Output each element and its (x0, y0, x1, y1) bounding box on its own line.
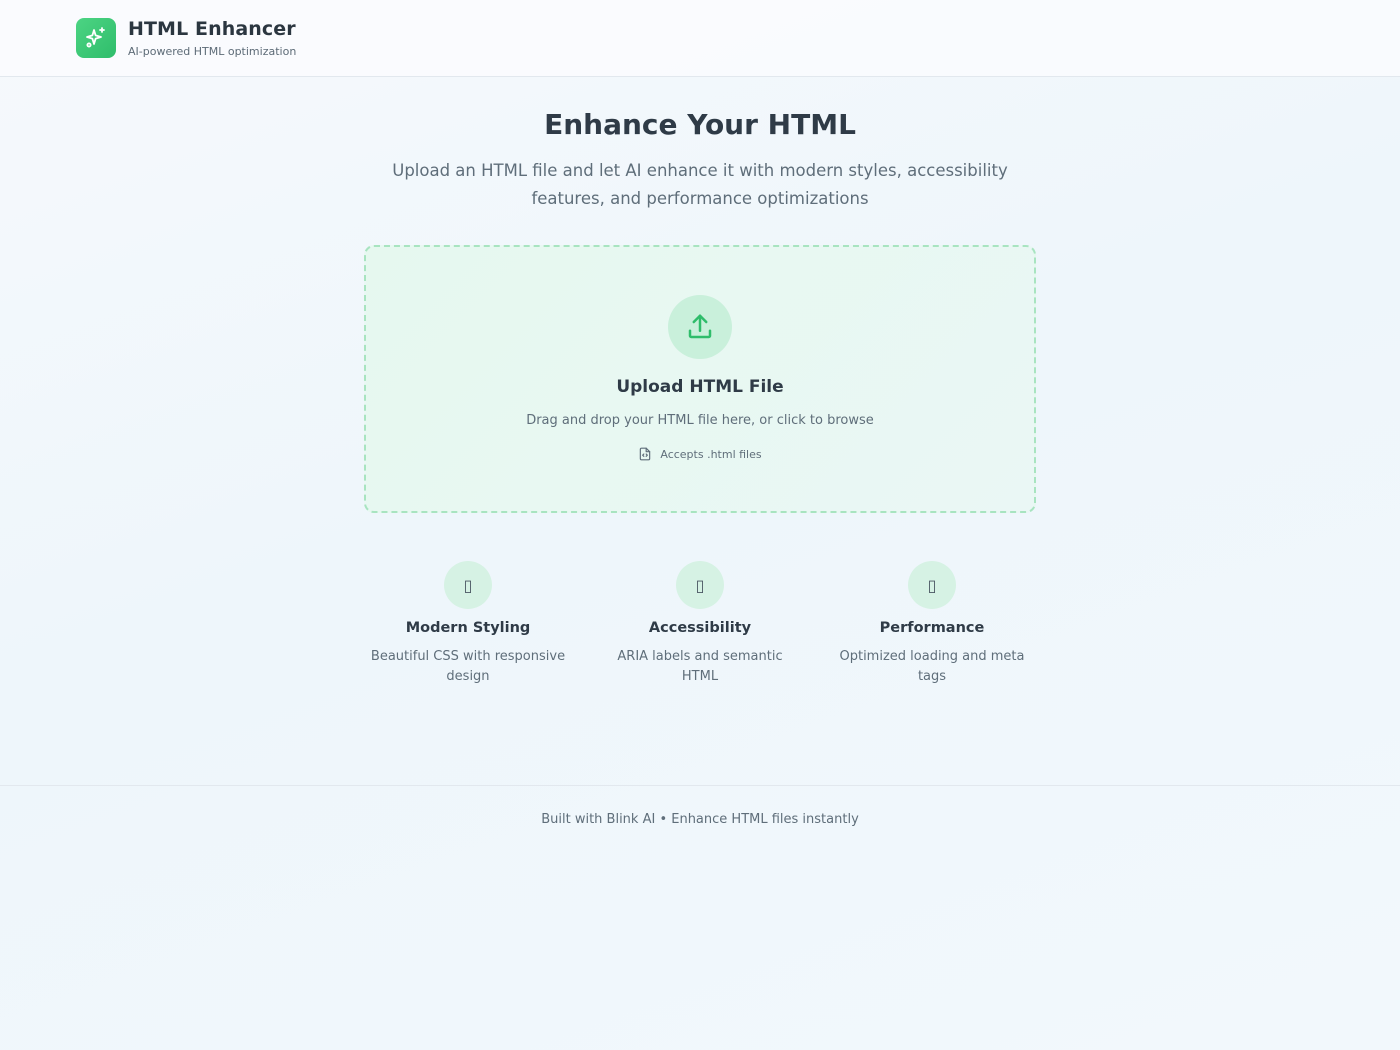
page-footer: Built with Blink AI • Enhance HTML files… (0, 785, 1400, 1050)
footer-text: Built with Blink AI • Enhance HTML files… (541, 812, 859, 827)
feature-title: Modern Styling (405, 620, 531, 636)
feature-performance: ▯ Performance Optimized loading and meta… (832, 561, 1032, 687)
app-header: HTML Enhancer AI-powered HTML optimizati… (0, 0, 1400, 77)
upload-icon-circle (668, 295, 732, 359)
accepted-file-types: Accepts .html files (366, 447, 1034, 461)
accessibility-icon: ▯ (676, 561, 724, 609)
sparkles-icon (86, 27, 105, 48)
upload-title: Upload HTML File (616, 377, 784, 397)
page-title: Enhance Your HTML (544, 108, 856, 141)
feature-accessibility: ▯ Accessibility ARIA labels and semantic… (600, 561, 800, 687)
upload-description: Drag and drop your HTML file here, or cl… (526, 413, 874, 428)
feature-description: Optimized loading and meta tags (839, 649, 1025, 684)
file-code-icon (640, 447, 651, 461)
app-title: HTML Enhancer (128, 18, 296, 40)
feature-description: Beautiful CSS with responsive design (370, 649, 566, 684)
feature-description: ARIA labels and semantic HTML (617, 649, 783, 684)
upload-dropzone[interactable]: Upload HTML File Drag and drop your HTML… (364, 245, 1036, 513)
app-logo (76, 18, 116, 58)
page-subtitle: Upload an HTML file and let AI enhance i… (392, 161, 1008, 208)
app-subtitle: AI-powered HTML optimization (128, 45, 297, 58)
palette-icon: ▯ (444, 561, 492, 609)
upload-icon (688, 314, 712, 339)
zap-icon: ▯ (908, 561, 956, 609)
feature-modern-styling: ▯ Modern Styling Beautiful CSS with resp… (368, 561, 568, 687)
feature-title: Accessibility (648, 620, 752, 636)
feature-title: Performance (879, 620, 985, 636)
accepted-file-types-label: Accepts .html files (660, 447, 762, 461)
